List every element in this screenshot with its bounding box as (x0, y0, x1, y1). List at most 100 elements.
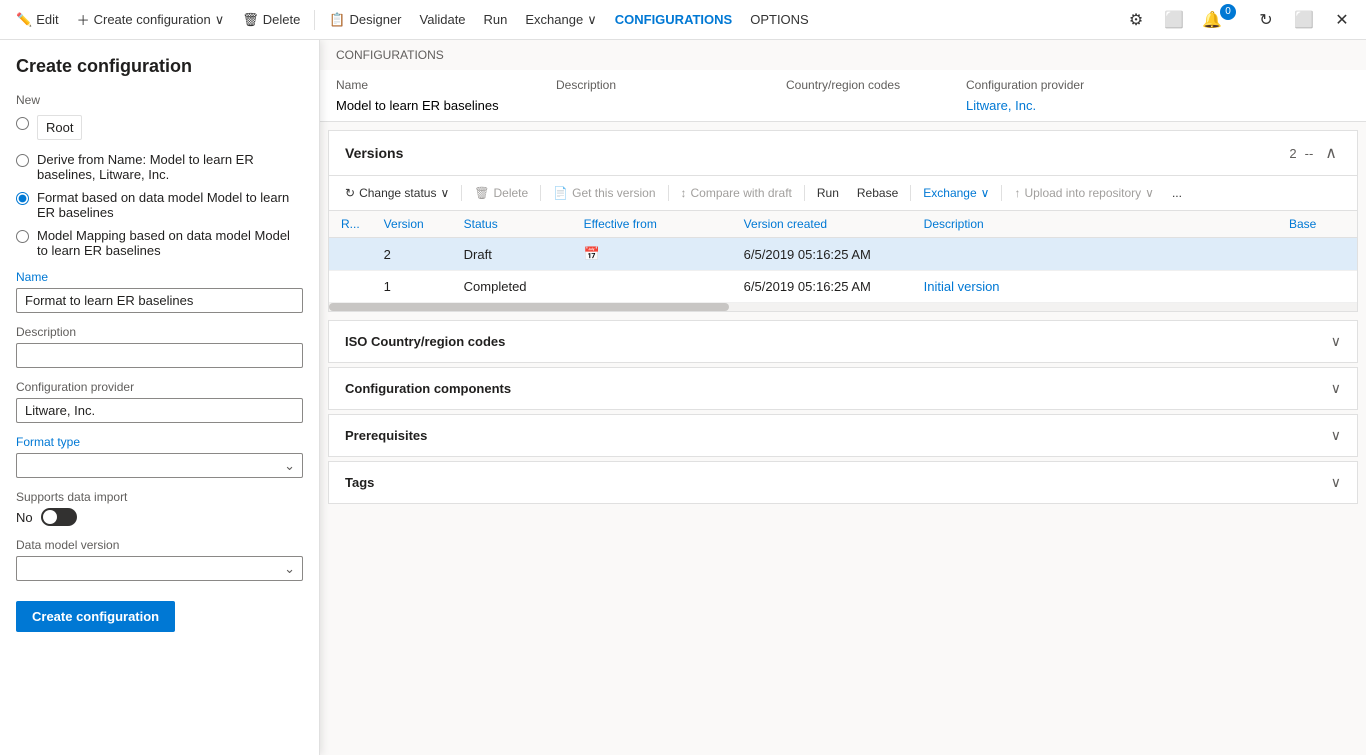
table-row[interactable]: 1Completed6/5/2019 05:16:25 AMInitial ve… (329, 271, 1357, 303)
name-field: Name (16, 270, 303, 313)
mapping-radio-input[interactable] (16, 230, 29, 243)
toolbar-sep-4 (804, 185, 805, 201)
collapsible-header-1[interactable]: Configuration components ∨ (329, 368, 1357, 409)
col-header-description[interactable]: Description (912, 211, 1277, 238)
col-header-base[interactable]: Base (1277, 211, 1357, 238)
get-version-button[interactable]: 📄 Get this version (545, 182, 663, 204)
breadcrumb: CONFIGURATIONS (320, 40, 1366, 70)
close-button[interactable]: ✕ (1326, 4, 1358, 36)
calendar-icon[interactable]: 📅 (584, 246, 600, 261)
supports-import-label: Supports data import (16, 490, 303, 504)
cell-version-1: 1 (372, 271, 452, 303)
versions-table-body: 2Draft📅6/5/2019 05:16:25 AM1Completed6/5… (329, 238, 1357, 303)
validate-button[interactable]: Validate (412, 8, 474, 31)
description-column-header: Description (556, 78, 786, 92)
notification-badge: 0 (1220, 4, 1236, 20)
col-header-effective[interactable]: Effective from (572, 211, 732, 238)
collapsible-header-3[interactable]: Tags∨ (329, 462, 1357, 503)
collapsible-section-3: Tags∨ (328, 461, 1358, 504)
configurations-nav-button[interactable]: CONFIGURATIONS (607, 8, 740, 31)
designer-button[interactable]: 📋 Designer (321, 8, 409, 32)
format-radio-input[interactable] (16, 192, 29, 205)
format-radio-item[interactable]: Format based on data model Model to lear… (16, 190, 303, 220)
exchange-button[interactable]: Exchange ∨ (517, 8, 604, 32)
delete-button[interactable]: 🗑 Delete (234, 8, 308, 32)
derive-radio-input[interactable] (16, 154, 29, 167)
refresh-button[interactable]: ↻ (1250, 4, 1282, 36)
config-provider-value[interactable]: Litware, Inc. (966, 98, 1350, 113)
cell-status-1: Completed (452, 271, 572, 303)
mapping-radio-item[interactable]: Model Mapping based on data model Model … (16, 228, 303, 258)
versions-table: R... Version Status Effective from Versi… (329, 211, 1357, 303)
edit-button[interactable]: ✏️ Edit (8, 8, 67, 32)
name-input[interactable] (16, 288, 303, 313)
change-status-dropdown-icon: ∨ (440, 186, 449, 200)
root-radio-input[interactable] (16, 117, 29, 130)
versions-toolbar: ↻ Change status ∨ 🗑 Delete 📄 Get this ve… (329, 176, 1357, 211)
toolbar-sep-6 (1001, 185, 1002, 201)
root-radio-item[interactable]: Root (16, 115, 303, 144)
toolbar-sep-2 (540, 185, 541, 201)
versions-collapse-button[interactable]: ∧ (1321, 141, 1341, 165)
data-model-version-label: Data model version (16, 538, 303, 552)
exchange-version-dropdown-icon: ∨ (981, 186, 990, 200)
change-status-icon: ↻ (345, 186, 355, 200)
collapsible-title-1: Configuration components (345, 381, 511, 396)
edit-icon: ✏️ (16, 12, 32, 28)
maximize-button[interactable]: ⬜ (1288, 4, 1320, 36)
format-type-select[interactable] (16, 453, 303, 478)
collapsible-section-1: Configuration components ∨ (328, 367, 1358, 410)
toggle-slider (41, 508, 77, 526)
plus-icon: ＋ (77, 10, 90, 29)
format-type-label: Format type (16, 435, 303, 449)
horizontal-scrollbar[interactable] (329, 303, 1357, 311)
main-layout: Create configuration New Root Derive fro… (0, 40, 1366, 755)
new-section-label: New (16, 93, 303, 107)
description-input[interactable] (16, 343, 303, 368)
config-provider-input[interactable] (16, 398, 303, 423)
office-icon-button[interactable]: ⬜ (1158, 4, 1190, 36)
upload-repository-button[interactable]: ↑ Upload into repository ∨ (1006, 182, 1162, 204)
cell-description-1: Initial version (912, 271, 1277, 303)
change-status-button[interactable]: ↻ Change status ∨ (337, 182, 457, 204)
table-row[interactable]: 2Draft📅6/5/2019 05:16:25 AM (329, 238, 1357, 271)
col-header-version[interactable]: Version (372, 211, 452, 238)
rebase-button[interactable]: Rebase (849, 182, 906, 204)
supports-import-toggle[interactable] (41, 508, 77, 526)
data-model-version-select[interactable] (16, 556, 303, 581)
collapsible-title-3: Tags (345, 475, 374, 490)
exchange-dropdown-icon: ∨ (587, 12, 597, 28)
run-version-button[interactable]: Run (809, 182, 847, 204)
collapsible-section-2: Prerequisites∨ (328, 414, 1358, 457)
options-nav-button[interactable]: OPTIONS (742, 8, 817, 31)
compare-draft-button[interactable]: ↕ Compare with draft (673, 182, 800, 204)
derive-radio-item[interactable]: Derive from Name: Model to learn ER base… (16, 152, 303, 182)
chevron-down-icon-1: ∨ (1331, 380, 1341, 397)
description-field: Description (16, 325, 303, 368)
create-configuration-button-panel[interactable]: Create configuration (16, 601, 175, 632)
compare-icon: ↕ (681, 186, 687, 200)
exchange-version-button[interactable]: Exchange ∨ (915, 182, 997, 204)
supports-import-field: Supports data import No (16, 490, 303, 526)
collapsible-header-2[interactable]: Prerequisites∨ (329, 415, 1357, 456)
run-button[interactable]: Run (476, 8, 516, 31)
nav-separator (314, 10, 315, 30)
col-header-status[interactable]: Status (452, 211, 572, 238)
country-column-header: Country/region codes (786, 78, 966, 92)
col-header-r[interactable]: R... (329, 211, 372, 238)
format-type-select-wrapper (16, 453, 303, 478)
cell-created-0: 6/5/2019 05:16:25 AM (732, 238, 912, 271)
create-configuration-button[interactable]: ＋ Create configuration ∨ (69, 6, 233, 33)
config-description-value (556, 98, 786, 113)
cell-effective-1 (572, 271, 732, 303)
settings-icon-button[interactable]: ⚙ (1120, 4, 1152, 36)
format-radio-label: Format based on data model Model to lear… (37, 190, 303, 220)
versions-header: Versions 2 -- ∧ (329, 131, 1357, 176)
col-header-created[interactable]: Version created (732, 211, 912, 238)
more-options-button[interactable]: ... (1164, 182, 1190, 204)
delete-version-button[interactable]: 🗑 Delete (466, 182, 536, 204)
cell-description-0 (912, 238, 1277, 271)
collapsible-header-0[interactable]: ISO Country/region codes∨ (329, 321, 1357, 362)
scroll-thumb[interactable] (329, 303, 729, 311)
top-nav: ✏️ Edit ＋ Create configuration ∨ 🗑 Delet… (0, 0, 1366, 40)
